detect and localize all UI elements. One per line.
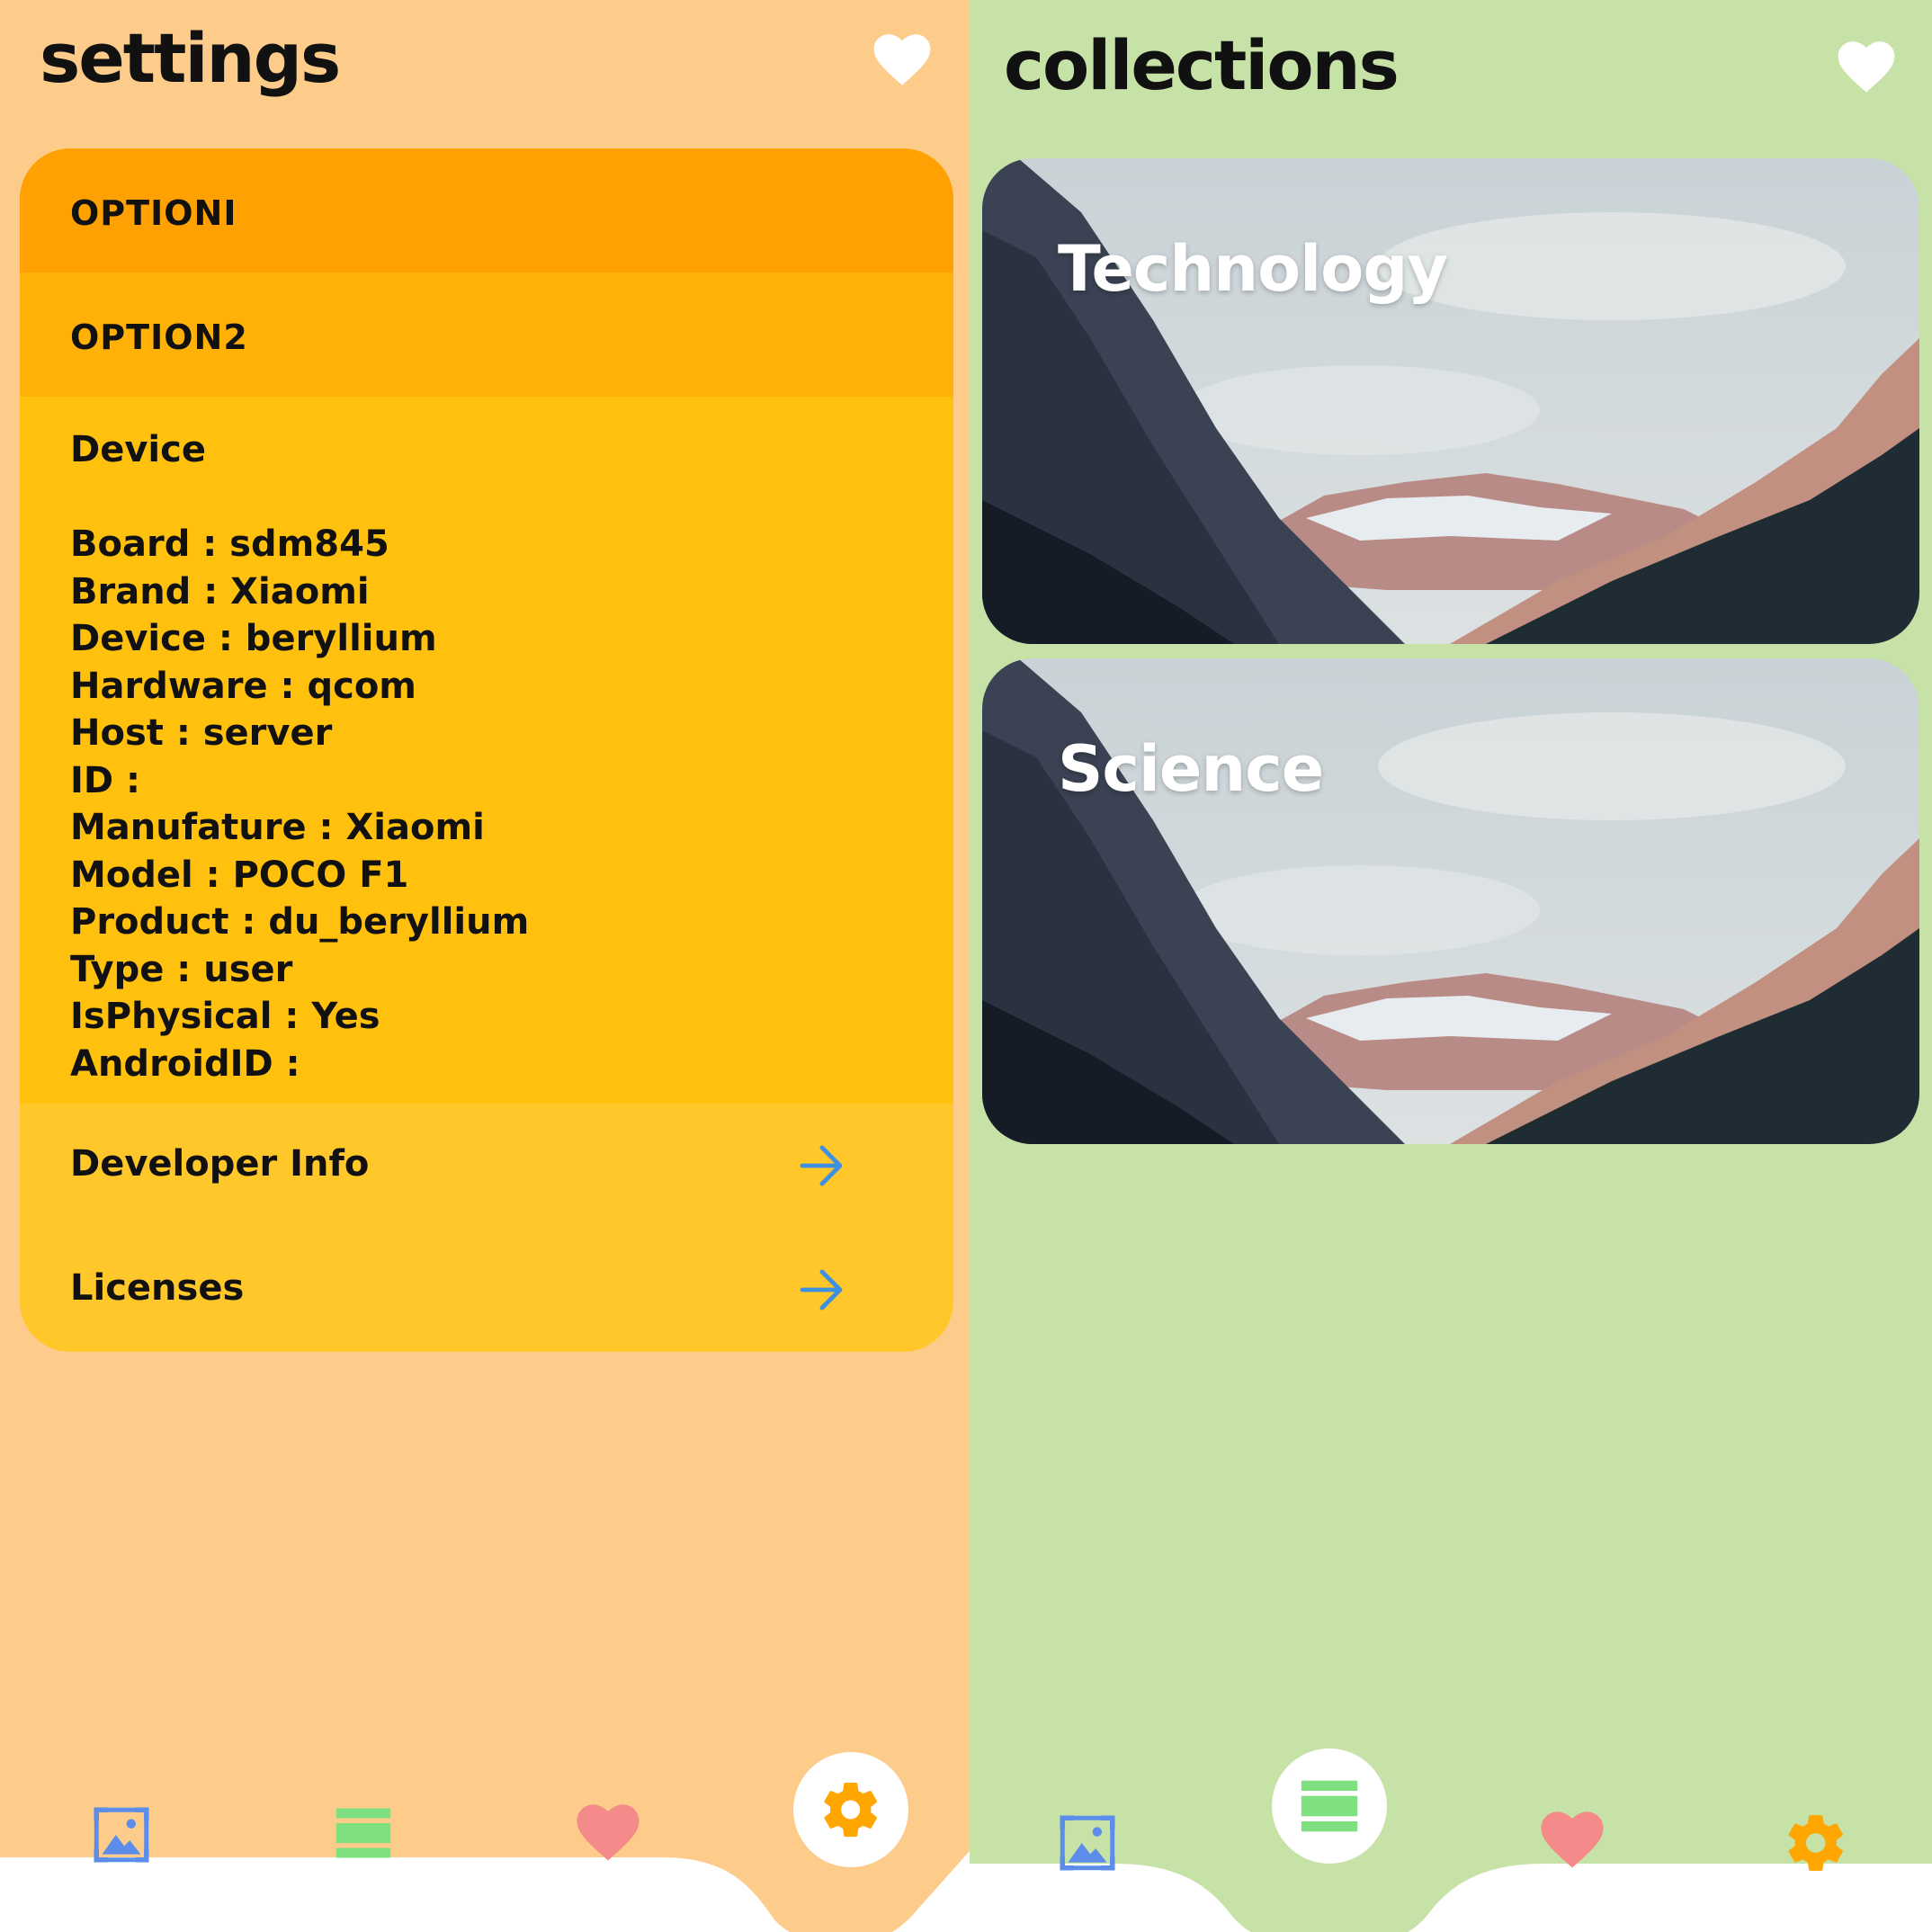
device-info-list: Board : sdm845 Brand : Xiaomi Device : b… [70,521,529,1087]
option2-row[interactable]: OPTION2 [20,273,953,397]
collections-screen: collections Technology Science [970,0,1932,1932]
device-info-androidid: AndroidID : [70,1042,300,1085]
collections-fab[interactable] [1272,1749,1387,1864]
option1-row[interactable]: OPTIONI [20,148,953,273]
device-info-manufacturer: Manufature : Xiaomi [70,807,485,848]
collection-card-science[interactable]: Science [982,658,1919,1144]
arrow-right-icon[interactable] [799,1267,845,1312]
device-info-model: Model : POCO F1 [70,854,409,896]
arrow-right-icon[interactable] [799,1143,845,1188]
gallery-icon[interactable] [1054,1810,1121,1876]
page-title: settings [40,18,341,98]
device-info-isphysical: IsPhysical : Yes [70,996,380,1037]
mountain-landscape-image [982,158,1919,644]
licenses-row[interactable]: Licenses [20,1228,953,1352]
option1-label: OPTIONI [70,193,237,233]
settings-card: OPTIONI OPTION2 Device Board : sdm845 Br… [20,148,953,1352]
collections-icon[interactable] [333,1803,394,1863]
device-info-device: Device : beryllium [70,618,437,659]
device-info-host: Host : server [70,712,333,754]
page-title: collections [1004,25,1400,105]
licenses-label: Licenses [70,1267,245,1309]
favorites-icon[interactable] [576,1802,640,1862]
collection-title: Science [1058,732,1324,806]
settings-screen: settings OPTIONI OPTION2 Device Board : … [0,0,970,1932]
collection-title: Technology [1058,232,1448,306]
device-info-id: ID : [70,759,141,801]
mountain-landscape-image [982,658,1919,1144]
device-info-brand: Brand : Xiaomi [70,570,370,613]
collection-card-technology[interactable]: Technology [982,158,1919,644]
bottom-navigation [970,1752,1932,1932]
settings-icon [824,1782,878,1838]
device-info-product: Product : du_beryllium [70,901,530,943]
settings-icon[interactable] [1783,1810,1849,1876]
developer-info-label: Developer Info [70,1143,370,1185]
gallery-icon[interactable] [88,1802,155,1868]
favorites-icon[interactable] [1540,1810,1605,1869]
device-info-type: Type : user [70,948,293,990]
option2-label: OPTION2 [70,318,248,357]
settings-fab[interactable] [793,1752,908,1867]
developer-info-row[interactable]: Developer Info [20,1104,953,1228]
collections-icon [1301,1780,1358,1832]
device-info-section: Device Board : sdm845 Brand : Xiaomi Dev… [20,397,953,1104]
device-section-title: Device [70,429,206,470]
heart-icon[interactable] [872,32,932,86]
device-info-board: Board : sdm845 [70,523,389,565]
device-info-hardware: Hardware : qcom [70,665,416,707]
heart-icon[interactable] [1837,40,1896,94]
